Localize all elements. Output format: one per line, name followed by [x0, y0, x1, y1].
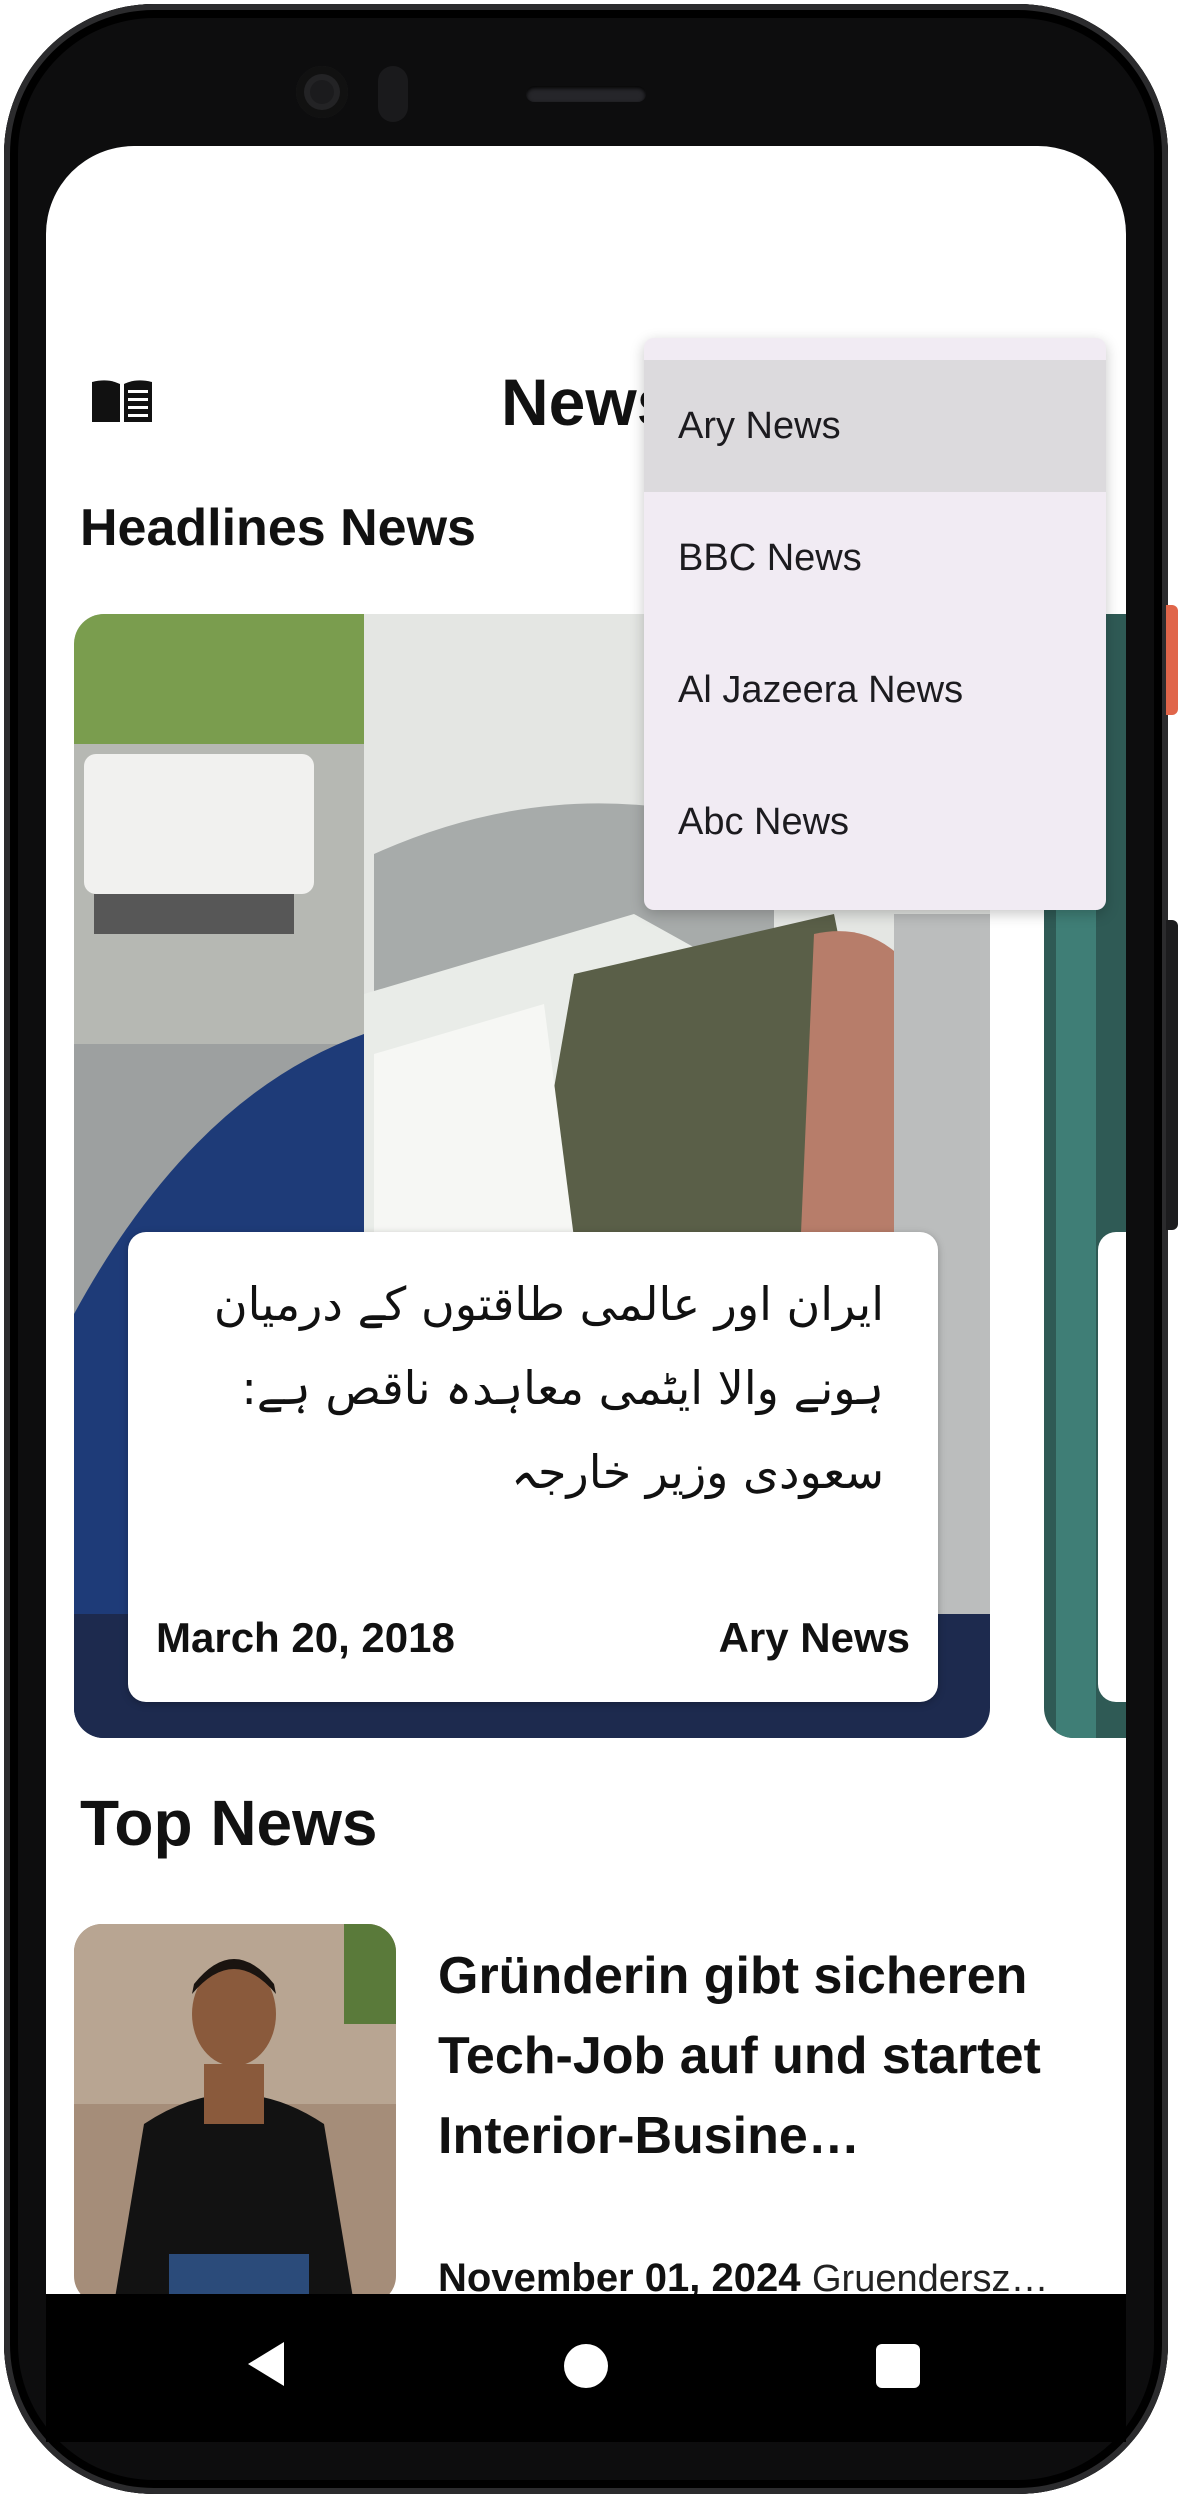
sensor-icon — [378, 66, 408, 122]
headline-source: Ary News — [718, 1614, 910, 1661]
device-frame: News Headlines News ایران اور عالمی طاقت… — [0, 0, 1178, 2498]
headline-title: ایران اور عالمی طاقتوں کے درمیان ہونے وا… — [213, 1277, 884, 1499]
menu-item-abc-news[interactable]: Abc News — [644, 756, 1106, 888]
top-news-image[interactable] — [74, 1924, 396, 2294]
app-screen: News Headlines News ایران اور عالمی طاقت… — [46, 146, 1126, 2294]
headline-date: March 20, 2018 — [156, 1614, 455, 1661]
news-source-menu: Ary News BBC News Al Jazeera News Abc Ne… — [644, 338, 1106, 910]
back-triangle-icon[interactable] — [246, 2340, 286, 2393]
next-headline-text — [1098, 1232, 1126, 1702]
top-news-section-title: Top News — [80, 1787, 378, 1859]
system-nav-bar — [46, 2294, 1126, 2442]
headline-card-text: ایران اور عالمی طاقتوں کے درمیان ہونے وا… — [128, 1232, 938, 1702]
book-icon[interactable] — [90, 376, 154, 426]
home-circle-icon[interactable] — [564, 2344, 608, 2388]
volume-button — [1166, 920, 1178, 1230]
menu-item-bbc-news[interactable]: BBC News — [644, 492, 1106, 624]
headlines-section-title: Headlines News — [80, 499, 476, 557]
top-news-source: Gruendersz… — [812, 2258, 1049, 2294]
recents-square-icon[interactable] — [876, 2344, 920, 2388]
power-button — [1166, 605, 1178, 715]
top-news-title[interactable]: Gründerin gibt sicheren Tech-Job auf und… — [438, 1936, 1088, 2176]
front-camera-icon — [296, 66, 348, 118]
top-news-date: November 01, 2024 — [438, 2256, 801, 2294]
menu-item-al-jazeera-news[interactable]: Al Jazeera News — [644, 624, 1106, 756]
menu-item-ary-news[interactable]: Ary News — [644, 360, 1106, 492]
earpiece-speaker — [526, 86, 646, 102]
